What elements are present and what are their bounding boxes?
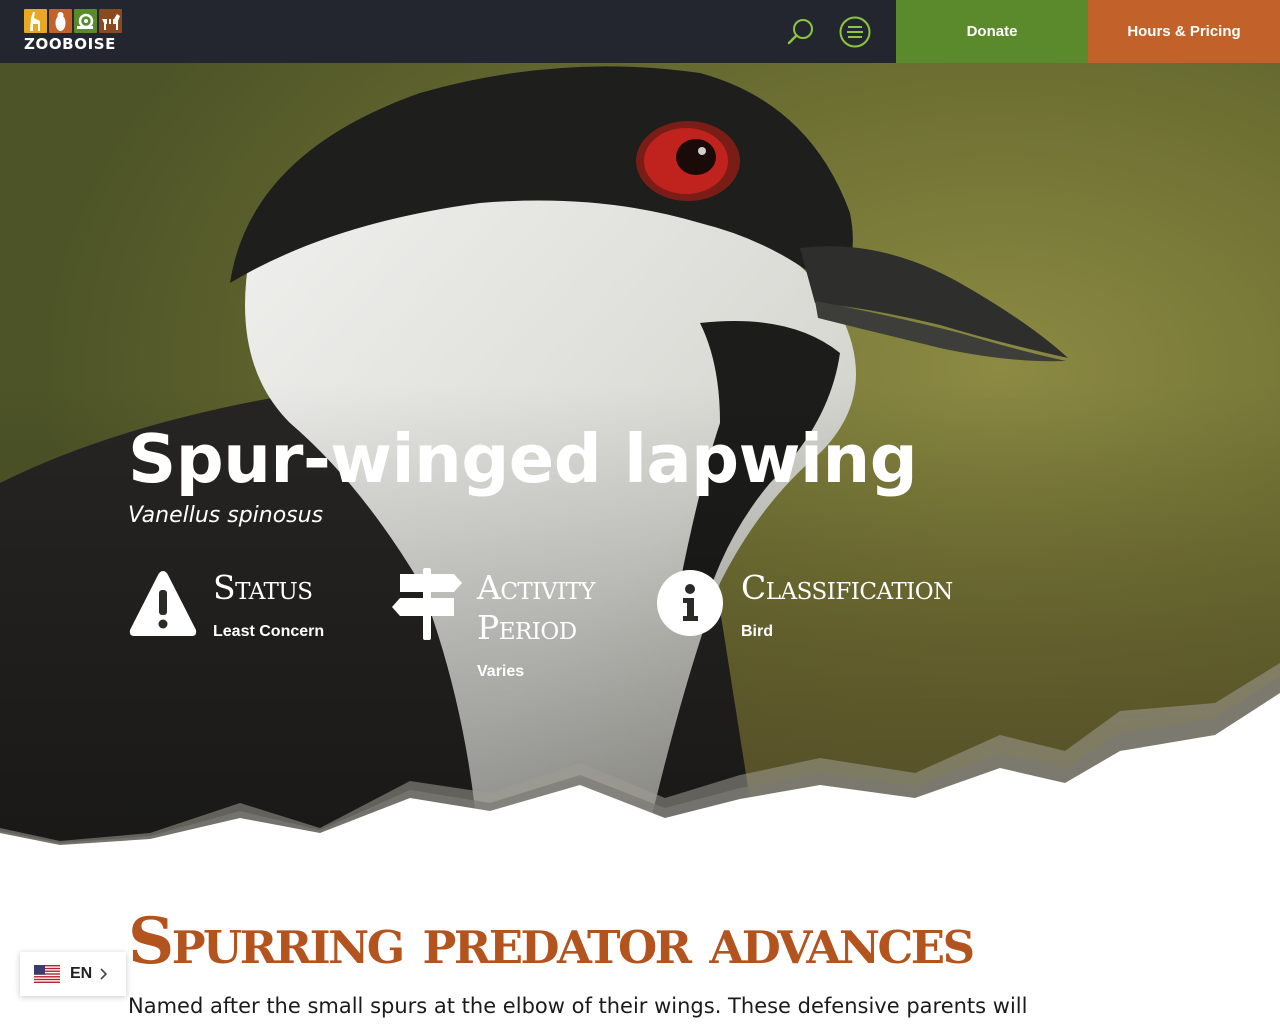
logo-wordmark: ZOOBOISE — [24, 35, 116, 53]
search-icon — [787, 19, 813, 45]
us-flag-icon — [34, 965, 60, 983]
hero-section: Spur-winged lapwing Vanellus spinosus St… — [0, 63, 1280, 863]
giraffe-tile-icon — [24, 9, 47, 33]
penguin-tile-icon — [49, 9, 72, 33]
fact-activity-value: Varies — [477, 663, 525, 680]
site-header: ZOOBOISE Donate Hours & Pricing — [0, 0, 1280, 63]
snail-tile-icon — [74, 9, 97, 33]
donate-button[interactable]: Donate — [896, 0, 1088, 63]
hours-pricing-button[interactable]: Hours & Pricing — [1088, 0, 1280, 63]
logo-animal-tiles — [24, 9, 126, 33]
section-heading: Spurring predator advances — [128, 904, 975, 979]
chevron-right-icon — [100, 968, 108, 980]
menu-icon — [839, 16, 871, 48]
fact-activity-label-line2: Period — [477, 608, 577, 647]
signpost-icon — [392, 568, 462, 640]
language-switcher[interactable]: EN — [20, 952, 126, 996]
zoo-boise-logo[interactable]: ZOOBOISE — [24, 9, 126, 53]
scientific-name: Vanellus spinosus — [128, 503, 324, 528]
fact-activity-label: Activity Period — [477, 568, 596, 648]
fact-status-label: Status — [213, 568, 313, 607]
fact-activity-label-line1: Activity — [477, 568, 596, 607]
fact-classification-value: Bird — [741, 623, 773, 640]
fact-status-value: Least Concern — [213, 623, 325, 640]
fact-classification-label: Classification — [741, 568, 953, 607]
language-code: EN — [70, 965, 93, 982]
info-icon — [656, 568, 726, 638]
zebra-tile-icon — [99, 9, 122, 33]
menu-button[interactable] — [839, 16, 871, 48]
section-body-text: Named after the small spurs at the elbow… — [128, 994, 1028, 1018]
search-button[interactable] — [786, 17, 816, 47]
animal-name-heading: Spur-winged lapwing — [128, 420, 918, 498]
warning-icon — [128, 568, 198, 638]
